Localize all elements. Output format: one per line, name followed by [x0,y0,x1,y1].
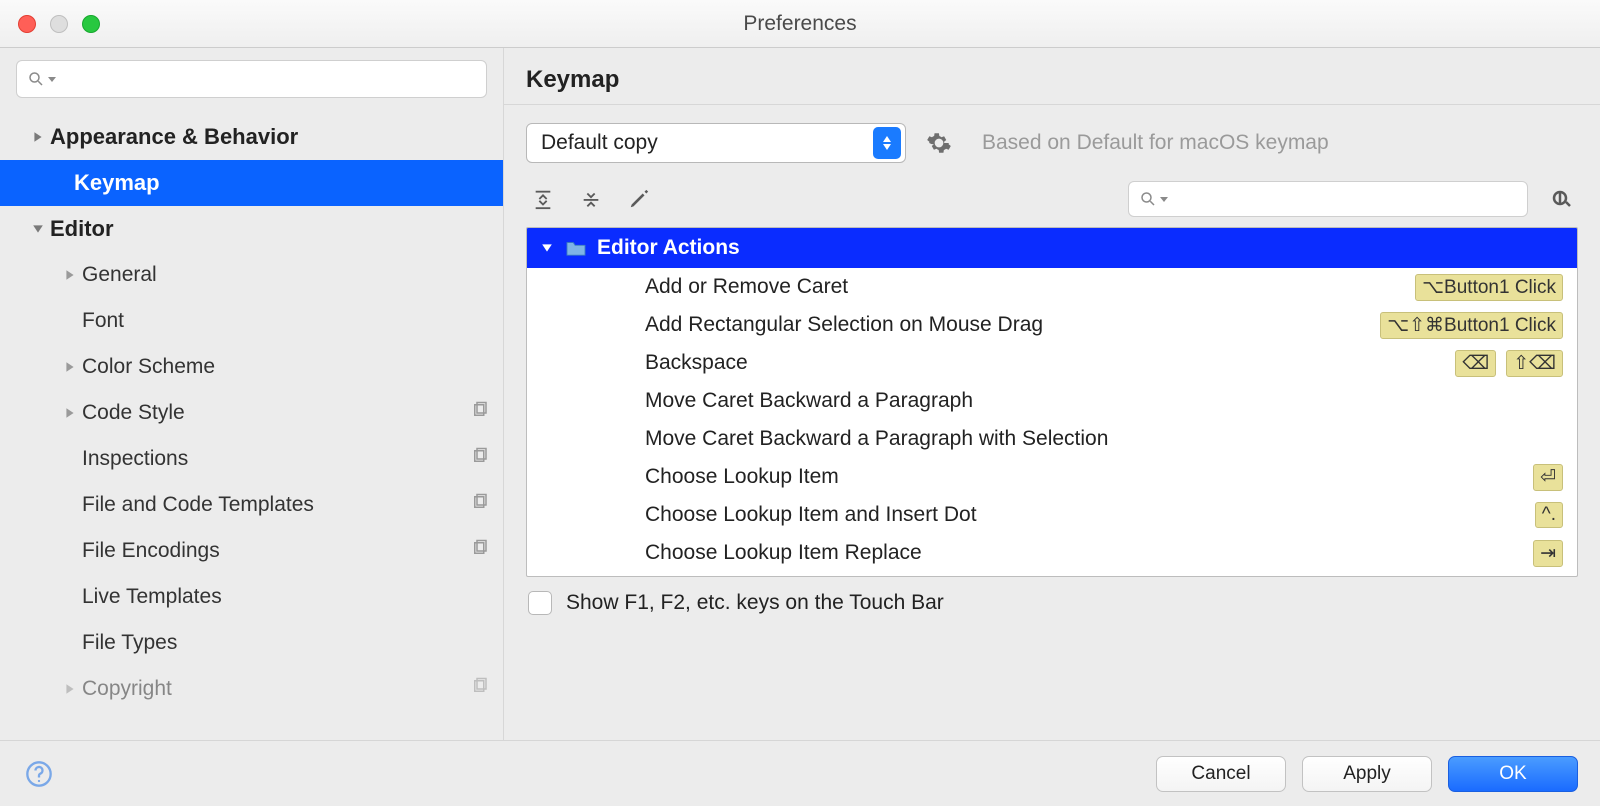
shortcut-badge: ^. [1535,502,1563,528]
action-row[interactable]: Choose Lookup Item and Insert Dot^. [527,496,1577,534]
dropdown-caret-icon [1159,194,1169,204]
minimize-window-icon[interactable] [50,15,68,33]
apply-button[interactable]: Apply [1302,756,1432,792]
shortcut-badge: ⌥⇧⌘Button1 Click [1380,312,1563,339]
disclosure-arrow-icon [58,407,82,419]
disclosure-arrow-icon [58,683,82,695]
page-title: Keymap [504,48,1600,105]
action-shortcuts: ⏎ [1533,464,1563,491]
settings-tree[interactable]: Appearance & Behavior Keymap Editor Gene… [0,108,503,740]
sidebar-item-font[interactable]: Font [0,298,503,344]
sidebar-search-input[interactable] [16,60,487,98]
search-icon [1139,190,1157,208]
action-label: Backspace [645,351,1455,375]
action-group-label: Editor Actions [597,236,740,260]
search-icon [27,70,45,88]
action-shortcuts: ⌥⇧⌘Button1 Click [1380,312,1563,339]
zoom-window-icon[interactable] [82,15,100,33]
shortcut-badge: ⌫ [1455,350,1496,377]
project-scheme-icon [471,493,489,517]
action-label: Move Caret Backward a Paragraph [645,389,1563,413]
stepper-arrows-icon [873,127,901,159]
dropdown-caret-icon [47,74,57,84]
shortcut-badge: ⌥Button1 Click [1415,274,1563,301]
keymap-panel: Keymap Default copy Based on Default for… [504,48,1600,740]
action-label: Choose Lookup Item and Insert Dot [645,503,1535,527]
project-scheme-icon [471,447,489,471]
based-on-label: Based on Default for macOS keymap [982,131,1329,155]
actions-tree[interactable]: Editor Actions Add or Remove Caret⌥Butto… [526,227,1578,577]
sidebar-item-copyright[interactable]: Copyright [0,666,503,712]
close-window-icon[interactable] [18,15,36,33]
action-row[interactable]: Add or Remove Caret⌥Button1 Click [527,268,1577,306]
sidebar-item-file-code-templates[interactable]: File and Code Templates [0,482,503,528]
sidebar-item-color-scheme[interactable]: Color Scheme [0,344,503,390]
pencil-icon [628,188,650,210]
action-row[interactable]: Add Rectangular Selection on Mouse Drag⌥… [527,306,1577,344]
keymap-select-value: Default copy [541,131,658,155]
help-icon [25,760,53,788]
cancel-button[interactable]: Cancel [1156,756,1286,792]
checkbox-icon[interactable] [528,591,552,615]
shortcut-badge: ⏎ [1533,464,1563,491]
window-title: Preferences [0,12,1600,36]
shortcut-badge: ⇧⌫ [1506,350,1563,377]
action-label: Choose Lookup Item [645,465,1533,489]
sidebar-item-file-encodings[interactable]: File Encodings [0,528,503,574]
sidebar-item-appearance[interactable]: Appearance & Behavior [0,114,503,160]
action-row[interactable]: Choose Lookup Item⏎ [527,458,1577,496]
project-scheme-icon [471,401,489,425]
collapse-all-icon [580,188,602,210]
action-label: Add or Remove Caret [645,275,1415,299]
disclosure-arrow-icon [58,361,82,373]
gear-icon [926,130,952,156]
action-label: Add Rectangular Selection on Mouse Drag [645,313,1380,337]
sidebar-item-inspections[interactable]: Inspections [0,436,503,482]
action-group-editor-actions[interactable]: Editor Actions [527,228,1577,268]
window-traffic-lights [18,15,100,33]
sidebar-item-general[interactable]: General [0,252,503,298]
find-shortcut-icon [1549,187,1573,211]
disclosure-arrow-icon [26,223,50,235]
titlebar: Preferences [0,0,1600,48]
collapse-all-button[interactable] [576,184,606,214]
touchbar-checkbox-label: Show F1, F2, etc. keys on the Touch Bar [566,591,944,615]
sidebar-item-file-types[interactable]: File Types [0,620,503,666]
ok-button[interactable]: OK [1448,756,1578,792]
action-row[interactable]: Choose Lookup Item Replace⇥ [527,534,1577,572]
action-label: Choose Lookup Item Replace [645,541,1533,565]
project-scheme-icon [471,677,489,701]
action-shortcuts: ⇥ [1533,540,1563,567]
edit-shortcut-button[interactable] [624,184,654,214]
sidebar-item-code-style[interactable]: Code Style [0,390,503,436]
action-shortcuts: ⌥Button1 Click [1415,274,1563,301]
action-row[interactable]: Move Caret Backward a Paragraph [527,382,1577,420]
shortcut-badge: ⇥ [1533,540,1563,567]
action-label: Move Caret Backward a Paragraph with Sel… [645,427,1563,451]
expand-all-icon [532,188,554,210]
touchbar-checkbox-row[interactable]: Show F1, F2, etc. keys on the Touch Bar [504,577,1600,629]
preferences-sidebar: Appearance & Behavior Keymap Editor Gene… [0,48,504,740]
disclosure-arrow-icon [541,236,553,260]
action-row[interactable]: Backspace⌫ ⇧⌫ [527,344,1577,382]
project-scheme-icon [471,539,489,563]
action-shortcuts: ^. [1535,502,1563,528]
expand-all-button[interactable] [528,184,558,214]
disclosure-arrow-icon [58,269,82,281]
sidebar-item-live-templates[interactable]: Live Templates [0,574,503,620]
keymap-select[interactable]: Default copy [526,123,906,163]
help-button[interactable] [22,757,56,791]
action-shortcuts: ⌫ ⇧⌫ [1455,350,1563,377]
keymap-toolbar [504,177,1600,227]
keymap-settings-button[interactable] [924,128,954,158]
disclosure-arrow-icon [26,131,50,143]
sidebar-item-keymap[interactable]: Keymap [0,160,503,206]
sidebar-item-editor[interactable]: Editor [0,206,503,252]
dialog-footer: Cancel Apply OK [0,740,1600,806]
find-by-shortcut-button[interactable] [1546,184,1576,214]
folder-icon [565,239,587,257]
action-search-input[interactable] [1128,181,1528,217]
action-row[interactable]: Move Caret Backward a Paragraph with Sel… [527,420,1577,458]
